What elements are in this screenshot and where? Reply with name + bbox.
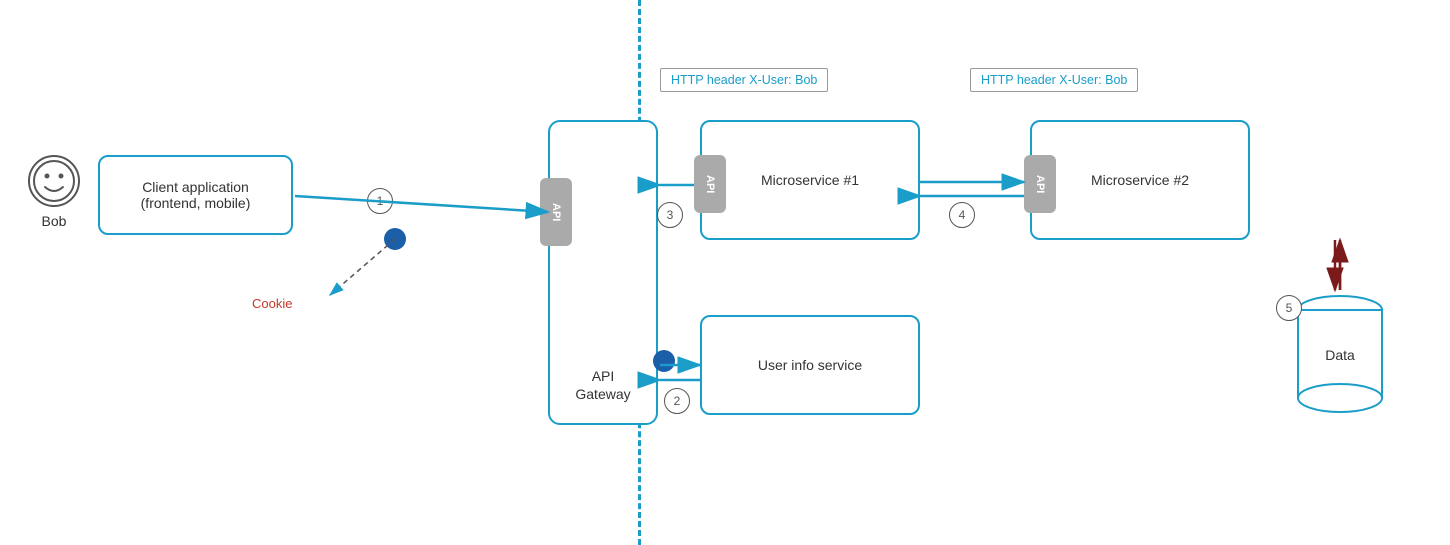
user-info-box: User info service [700,315,920,415]
data-cylinder: Data [1290,290,1390,420]
api-pill-gateway: API [540,178,572,246]
bob-label: Bob [42,213,67,229]
api-pill-ms1: API [694,155,726,213]
cookie-label: Cookie [252,296,292,311]
api-gateway-label: APIGateway [575,367,630,403]
step-circle-1: 1 [367,188,393,214]
diagram: Bob Client application(frontend, mobile)… [0,0,1450,545]
step-circle-5: 5 [1276,295,1302,321]
http-header-label-2: HTTP header X-User: Bob [970,68,1138,92]
filled-dot-cookie [384,228,406,250]
step-circle-3: 3 [657,202,683,228]
svg-text:Data: Data [1325,347,1355,363]
microservice1-label: Microservice #1 [761,172,859,188]
bob-figure: Bob [28,155,80,229]
bob-face-icon [28,155,80,207]
user-info-label: User info service [758,357,862,373]
api-pill-ms2: API [1024,155,1056,213]
step-circle-4: 4 [949,202,975,228]
microservice1-box: Microservice #1 [700,120,920,240]
step-circle-2: 2 [664,388,690,414]
client-app-box: Client application(frontend, mobile) [98,155,293,235]
http-header-label-1: HTTP header X-User: Bob [660,68,828,92]
filled-dot-userinfo [653,350,675,372]
client-app-label: Client application(frontend, mobile) [141,179,251,211]
api-gateway-box: APIGateway [548,120,658,425]
microservice2-box: Microservice #2 [1030,120,1250,240]
microservice2-label: Microservice #2 [1091,172,1189,188]
